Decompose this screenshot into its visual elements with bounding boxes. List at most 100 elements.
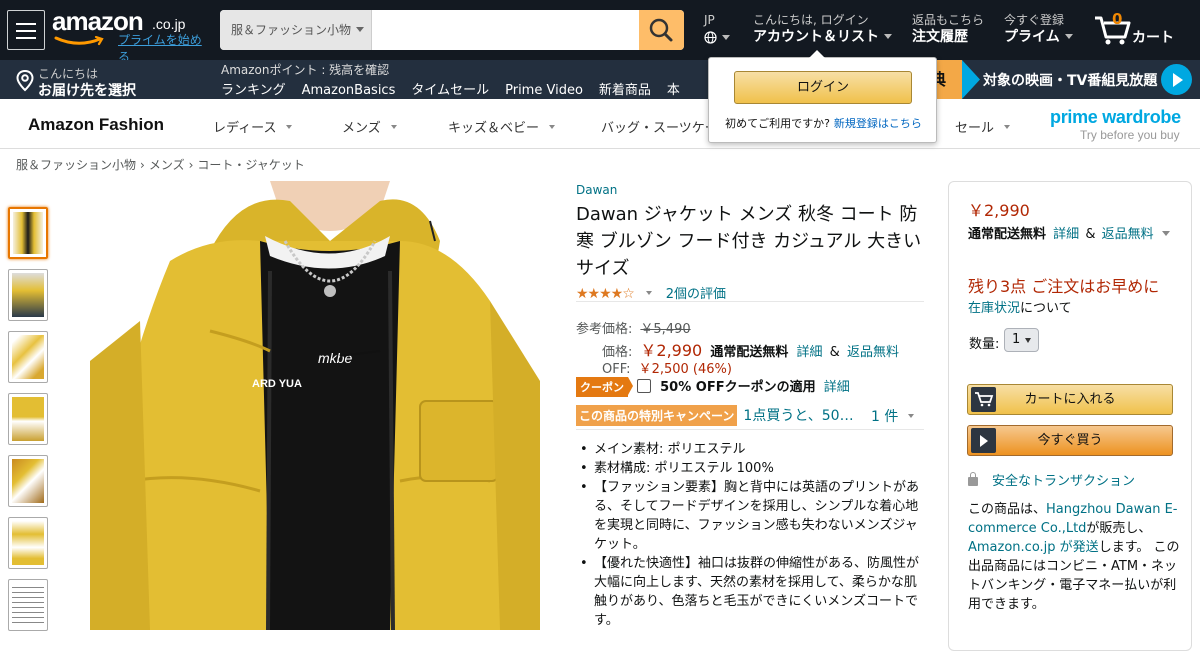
breadcrumb-item[interactable]: 服＆ファッション小物 <box>16 158 136 172</box>
quantity-select[interactable]: 1 <box>1004 328 1039 352</box>
campaign-link[interactable]: 1点買うと、50… <box>743 408 853 424</box>
buy-now-button[interactable]: 今すぐ買う <box>967 425 1173 456</box>
search-category-select[interactable]: 服＆ファッション小物 <box>220 10 372 50</box>
deliver-label: お届け先を選択 <box>38 83 136 99</box>
fashion-cat-label: レディース <box>213 121 277 136</box>
globe-icon <box>704 31 717 44</box>
rating-count-link[interactable]: 2個の評価 <box>666 287 726 302</box>
thumbnail-6[interactable] <box>8 517 48 569</box>
search-input[interactable] <box>372 10 639 50</box>
thumbnail-3[interactable] <box>8 331 48 383</box>
subnav-link-ranking[interactable]: ランキング <box>221 83 286 98</box>
chevron-down-icon <box>1064 34 1073 39</box>
subnav-link-timesale[interactable]: タイムセール <box>411 83 489 98</box>
logo-tld: .co.jp <box>152 16 186 32</box>
coupon-checkbox[interactable] <box>637 379 651 393</box>
fashion-cat-bags[interactable]: バッグ・スーツケー <box>601 117 718 136</box>
cart-label[interactable]: カート <box>1132 27 1174 47</box>
chevron-down-icon[interactable] <box>1161 231 1170 236</box>
brand-link[interactable]: Dawan <box>576 183 617 197</box>
off-row: OFF: ￥2,500 (46%) <box>602 358 732 377</box>
fashion-cat-label: セール <box>955 121 995 136</box>
thumbnail-2[interactable] <box>8 269 48 321</box>
chevron-down-icon <box>390 125 397 129</box>
list-price-value: ￥5,490 <box>640 322 691 337</box>
thumbnail-1[interactable] <box>8 207 48 259</box>
coupon-row: クーポン 50% OFFクーポンの適用 詳細 <box>576 376 850 397</box>
language-code: JP <box>704 13 715 27</box>
amazon-logo[interactable]: amazon .co.jp プライムを始める <box>52 6 212 64</box>
breadcrumb-item[interactable]: メンズ <box>149 158 185 172</box>
login-button[interactable]: ログイン <box>734 71 912 104</box>
fashion-cat-kids[interactable]: キッズ＆ベビー <box>448 117 556 136</box>
amazon-points-link[interactable]: Amazonポイント : 残高を確認 <box>221 61 389 78</box>
jacket-illustration: mkbe ARD YUA <box>90 181 540 630</box>
lock-icon <box>968 472 978 486</box>
secure-transaction-link[interactable]: 安全なトランザクション <box>968 470 1135 489</box>
subnav-link-amazonbasics[interactable]: AmazonBasics <box>302 83 396 98</box>
stock-warning: 残り3点 ご注文はお早めに <box>968 277 1160 296</box>
star-rating-icon[interactable]: ★★★★☆ <box>576 286 635 302</box>
coupon-details-link[interactable]: 詳細 <box>824 380 850 395</box>
chevron-down-icon <box>908 414 915 418</box>
seller-pre: この商品は、 <box>968 502 1047 517</box>
stock-status-link[interactable]: 在庫状況 <box>968 301 1020 316</box>
chevron-down-icon <box>549 125 556 129</box>
buybox-returns-link[interactable]: 返品無料 <box>1102 227 1154 242</box>
thumbnail-7[interactable] <box>8 579 48 631</box>
account-lists-menu[interactable]: こんにちは, ログイン アカウント＆リスト <box>753 13 892 46</box>
fashion-cat-label: バッグ・スーツケー <box>601 121 718 136</box>
fashion-cat-sale[interactable]: セール <box>955 117 1011 136</box>
language-selector[interactable]: JP <box>704 13 730 47</box>
register-link[interactable]: 新規登録はこちら <box>834 117 922 130</box>
search-button[interactable] <box>639 10 684 50</box>
product-main-image[interactable]: mkbe ARD YUA <box>90 181 540 630</box>
ampersand: & <box>829 345 840 360</box>
free-returns-link[interactable]: 返品無料 <box>847 345 899 360</box>
subnav-link-books[interactable]: 本 <box>667 83 680 98</box>
coupon-badge: クーポン <box>576 377 633 397</box>
location-pin-icon <box>16 70 34 92</box>
list-price-label: 参考価格: <box>576 322 633 337</box>
campaign-count-toggle[interactable]: 1 件 <box>871 406 915 426</box>
play-icon <box>971 428 996 453</box>
shipped-by-amazon-link[interactable]: Amazon.co.jp が発送 <box>968 540 1099 555</box>
fashion-title[interactable]: Amazon Fashion <box>28 115 164 135</box>
prime-register-label: 今すぐ登録 <box>1004 13 1065 27</box>
prime-menu[interactable]: 今すぐ登録 プライム <box>1004 13 1073 46</box>
fashion-cat-label: メンズ <box>342 121 381 136</box>
quantity-label: 数量: <box>969 337 1000 352</box>
search-icon <box>649 18 673 42</box>
hamburger-menu-icon[interactable] <box>7 10 45 50</box>
chevron-down-icon <box>286 125 293 129</box>
breadcrumb-separator: › <box>140 158 145 172</box>
buybox-details-link[interactable]: 詳細 <box>1053 227 1079 242</box>
buybox-price: ￥2,990 <box>968 201 1030 220</box>
subnav-link-prime-video[interactable]: Prime Video <box>505 83 583 98</box>
campaign-count: 1 件 <box>871 409 899 425</box>
feature-bullet: 素材構成: ポリエステル 100% <box>576 459 926 478</box>
play-icon <box>1161 64 1192 95</box>
account-lists-label: アカウント＆リスト <box>753 29 879 45</box>
fashion-cat-ladies[interactable]: レディース <box>213 117 293 136</box>
login-popover: ログイン 初めてご利用ですか? 新規登録はこちら <box>708 50 937 143</box>
prime-wardrobe-logo[interactable]: prime wardrobe Try before you buy <box>1050 107 1181 142</box>
thumbnail-4[interactable] <box>8 393 48 445</box>
search-bar: 服＆ファッション小物 <box>220 10 684 50</box>
list-price-row: 参考価格: ￥5,490 <box>576 318 691 337</box>
add-to-cart-button[interactable]: カートに入れる <box>967 384 1173 415</box>
product-title: Dawan ジャケット メンズ 秋冬 コート 防寒 ブルゾン フード付き カジュ… <box>576 204 922 279</box>
feature-bullet: 【ファッション要素】胸と背中には英語のプリントがある、そしてフードデザインを採用… <box>576 478 926 554</box>
shipping-details-link[interactable]: 詳細 <box>797 345 823 360</box>
chevron-down-icon[interactable] <box>645 291 652 295</box>
orders-link[interactable]: 返品もこちら 注文履歴 <box>912 13 984 46</box>
chest-print-text: mkbe <box>318 350 352 366</box>
prime-video-promo[interactable]: 典 対象の映画・TV番組見放題 <box>928 60 1200 99</box>
search-category-label: 服＆ファッション小物 <box>231 23 352 37</box>
thumbnail-5[interactable] <box>8 455 48 507</box>
breadcrumb-separator: › <box>188 158 194 172</box>
orders-label: 注文履歴 <box>912 29 968 45</box>
subnav-link-new[interactable]: 新着商品 <box>599 83 651 98</box>
fashion-cat-mens[interactable]: メンズ <box>342 117 397 136</box>
breadcrumb-item[interactable]: コート・ジャケット <box>197 158 304 172</box>
